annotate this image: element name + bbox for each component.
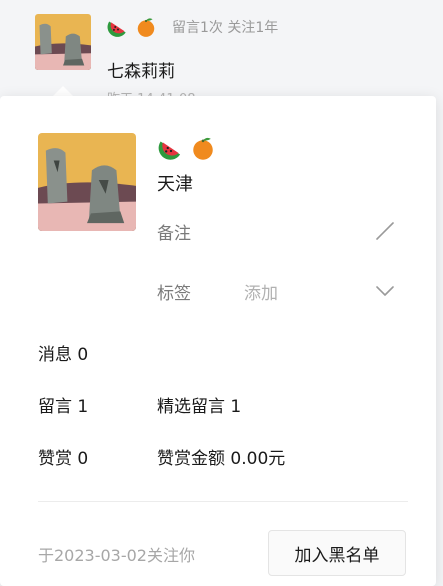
- pencil-icon[interactable]: [374, 220, 396, 242]
- comment-count: 留言 1: [38, 397, 89, 417]
- tag-label: 标签: [157, 284, 191, 304]
- tangerine-icon: [190, 135, 216, 161]
- tag-add-select[interactable]: 添加: [244, 279, 278, 304]
- follower-meta: 留言1次 关注1年: [172, 20, 279, 36]
- user-region: 天津: [157, 174, 193, 195]
- reward-count: 赞赏 0: [38, 449, 89, 469]
- remark-field[interactable]: 备注: [157, 219, 191, 244]
- follow-date: 于2023-03-02关注你: [38, 546, 195, 565]
- follower-name: 七森莉莉: [107, 62, 175, 82]
- message-count: 消息 0: [38, 345, 89, 365]
- add-to-blacklist-button[interactable]: 加入黑名单: [268, 530, 406, 576]
- reward-amount: 赞赏金额 0.00元: [157, 449, 286, 469]
- user-avatar: [38, 133, 136, 231]
- watermelon-icon: [158, 135, 184, 161]
- watermelon-icon: [107, 16, 129, 38]
- chevron-down-icon[interactable]: [373, 280, 397, 302]
- tangerine-icon: [135, 16, 157, 38]
- avatar[interactable]: [35, 14, 91, 70]
- divider: [38, 501, 408, 502]
- popover-caret: [53, 86, 73, 96]
- featured-comment-count: 精选留言 1: [157, 397, 242, 417]
- user-info-popover: 天津 备注 标签 添加 消息 0 留言 1 精选留言 1 赞赏 0 赞赏金额 0…: [0, 96, 436, 586]
